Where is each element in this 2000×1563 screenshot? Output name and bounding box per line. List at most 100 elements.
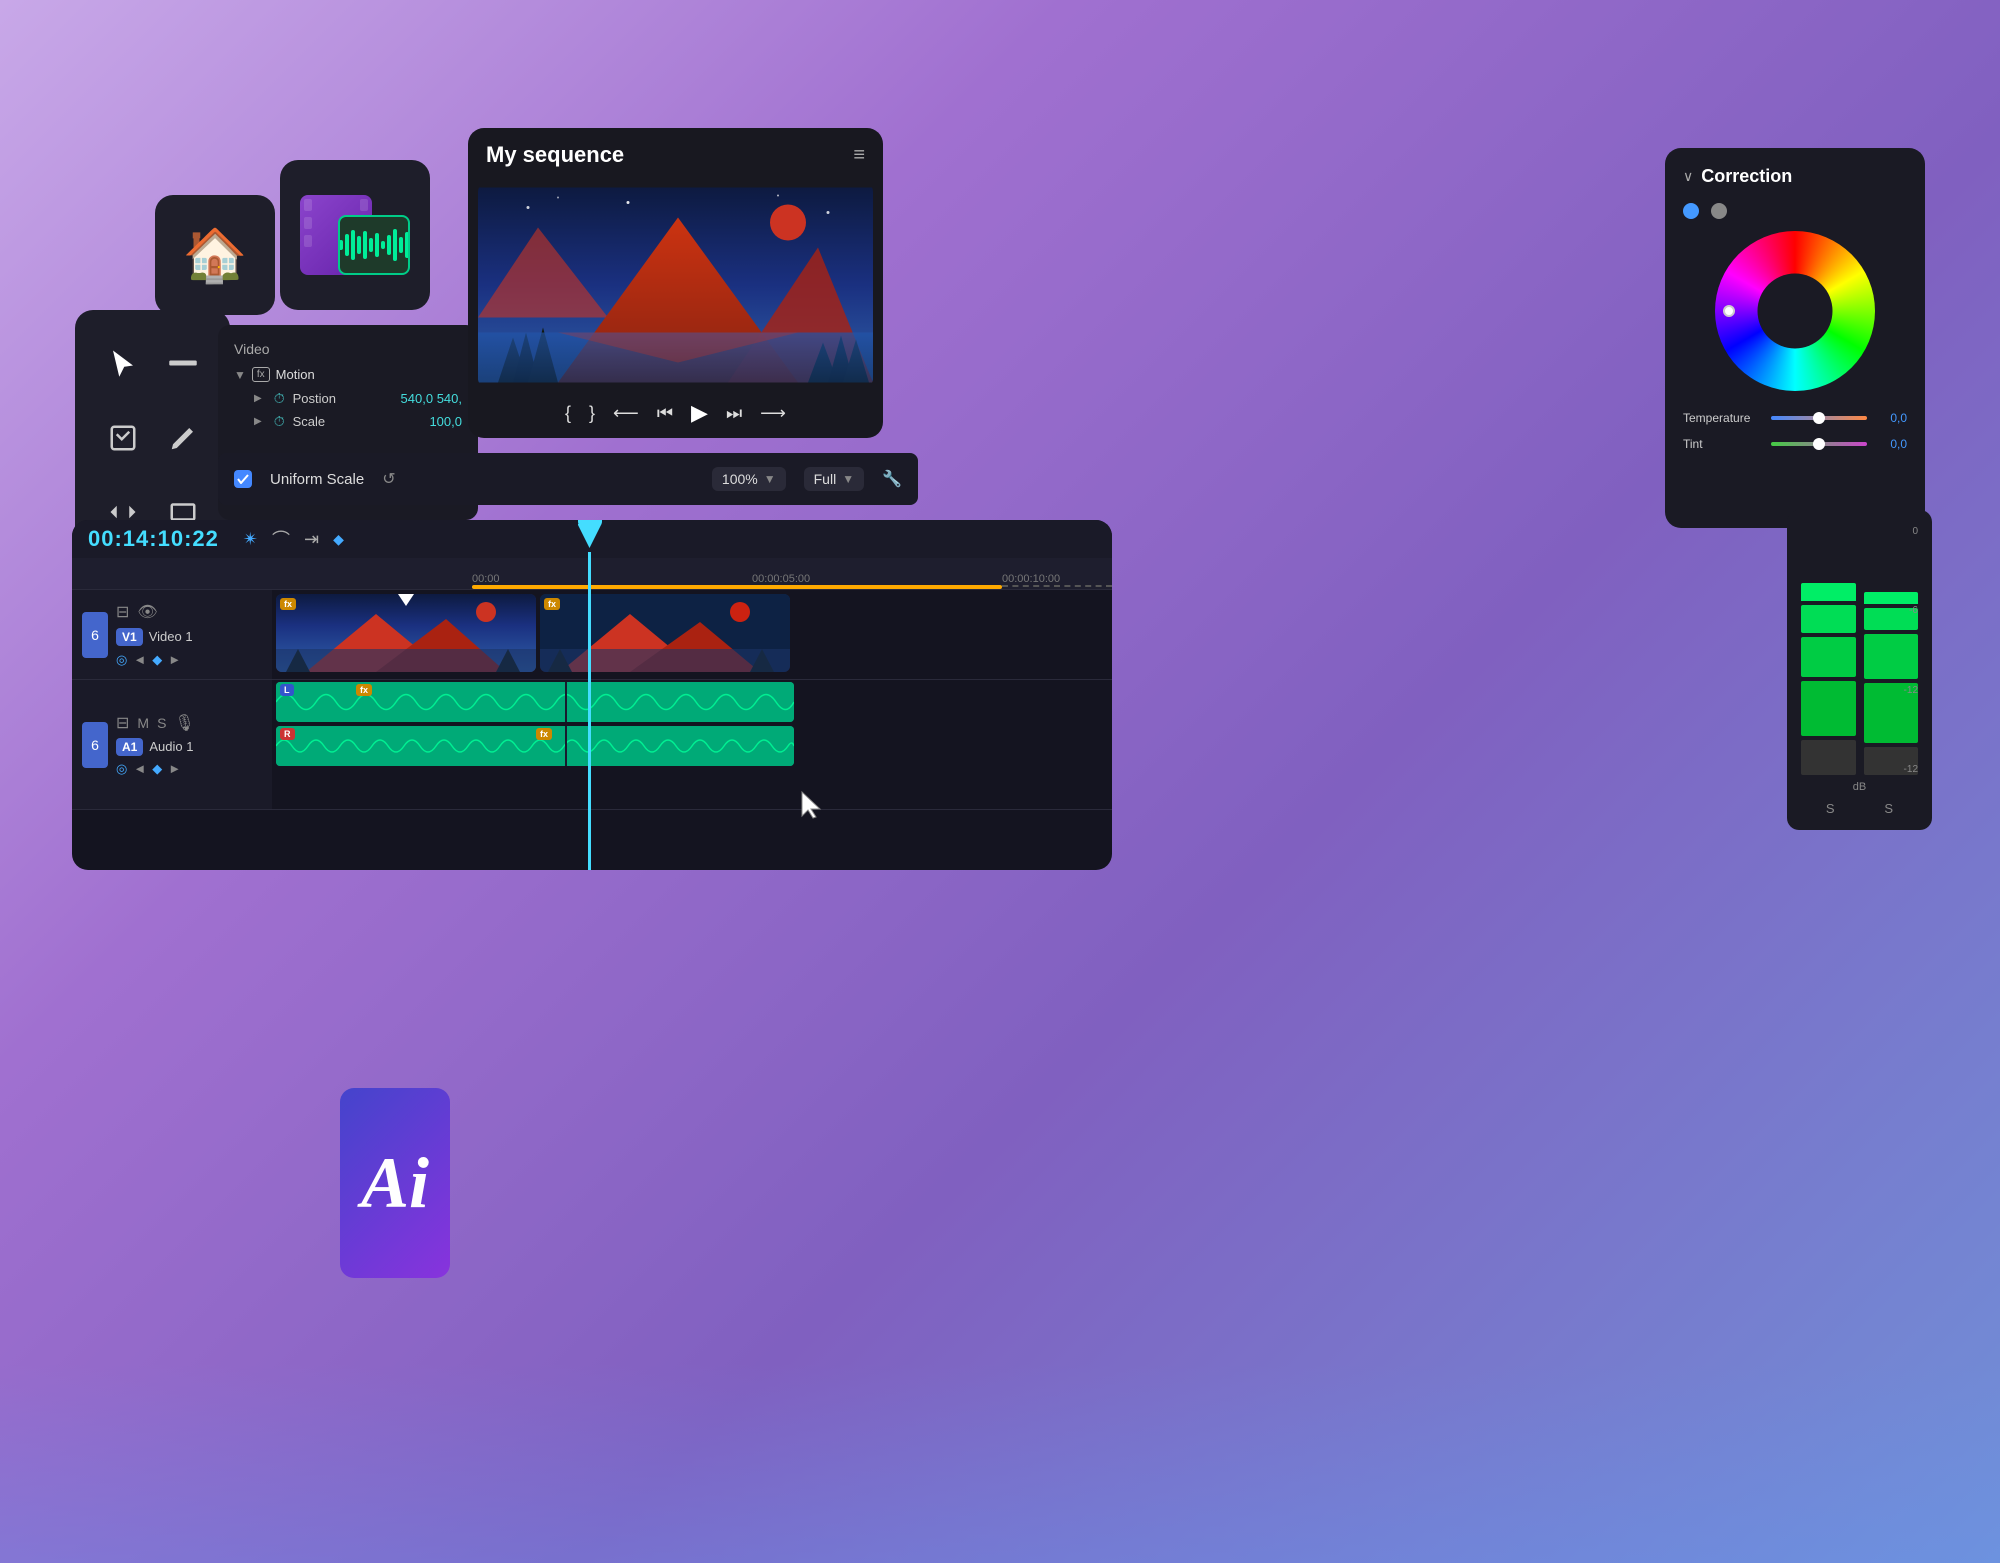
track-row-a1: 6 ⊟ M S 🎙 A1 Audio 1 ◎ ◄ ◆ ► [72,680,1112,810]
home-panel: 🏠 [155,195,275,315]
sequence-menu-icon[interactable]: ≡ [853,144,865,167]
audio-clip-r[interactable]: R fx [276,726,794,766]
home-icon[interactable]: 🏠 [183,225,248,286]
media-icons [300,185,410,285]
uniform-scale-checkbox[interactable] [234,470,252,488]
timeline-container: 00:14:10:22 ✴ ⌒ ⇥ ◆ 00:00 00:00:05:00 00… [72,520,1112,870]
a1-volume-icon: ◎ [116,761,127,777]
playhead[interactable] [588,552,591,870]
correction-header: ∨ Correction [1683,166,1907,187]
fx-badge: fx [252,367,270,382]
marker-tool[interactable]: ◆ [333,531,344,548]
v1-vol-left[interactable]: ◄ [133,652,146,667]
a1-vol-left[interactable]: ◄ [133,761,146,776]
track-eye-icon[interactable]: 👁 [137,602,157,622]
timecode: 00:14:10:22 [88,526,219,552]
position-label: Postion [293,391,393,406]
step-forward-icon[interactable]: ⏭ [726,403,742,424]
mark-out-icon[interactable]: } [589,403,595,424]
pen-tool[interactable] [159,414,207,462]
wheel-dot[interactable] [1723,305,1735,317]
step-back-icon[interactable]: ⏮ [657,403,673,424]
track-header-v1: 6 ⊟ 👁 V1 Video 1 ◎ ◄ ◆ ► [72,590,272,679]
v1-vol-right[interactable]: ► [168,652,181,667]
tint-value: 0,0 [1875,437,1907,451]
reflection [0,1363,2000,1563]
color-wheel-container [1683,231,1907,391]
temperature-label: Temperature [1683,411,1763,425]
sequence-title: My sequence [486,142,624,168]
uniform-scale-bar: Uniform Scale ↺ 100% ▼ Full ▼ 🔧 [218,453,918,505]
vu-footer-s2: S [1884,801,1893,816]
ruler-mark-10: 00:00:10:00 [1002,573,1060,585]
clip-in-marker [398,594,414,606]
clip1-fx-badge: fx [280,598,296,610]
motion-label: Motion [276,367,315,382]
correction-dot-inactive[interactable] [1711,203,1727,219]
temperature-row: Temperature 0,0 [1683,411,1907,425]
track-content-v1: fx fx [272,590,1112,679]
cursor [800,790,824,820]
go-in-icon[interactable]: ⟵ [613,403,639,424]
scale-value: 100,0 [429,414,462,429]
trim-tool[interactable] [159,339,207,387]
track-header-a1: 6 ⊟ M S 🎙 A1 Audio 1 ◎ ◄ ◆ ► [72,680,272,809]
a1-sync-icon: ⊟ [116,713,129,733]
play-button[interactable]: ▶ [691,400,708,426]
temperature-slider[interactable] [1771,416,1867,420]
snap-tool[interactable]: ✴ [243,529,258,550]
v1-name: Video 1 [149,629,193,644]
vu-label-6: -6 [1904,605,1918,616]
motion-section-title: Video [234,341,462,357]
track-lock-a1[interactable]: 6 [82,722,108,768]
vu-meter: 0 -6 -12 -12 dB S S [1787,510,1932,830]
video-clip-1[interactable]: fx [276,594,536,672]
a1-mic-icon[interactable]: 🎙 [174,713,194,733]
correction-title: Correction [1701,166,1792,187]
ripple-tool[interactable]: ⇥ [304,529,319,550]
lasso-tool[interactable] [99,414,147,462]
a1-vol-right[interactable]: ► [168,761,181,776]
vu-db-unit: dB [1853,781,1866,793]
audio-clip-l[interactable]: L fx [276,682,794,722]
color-wheel[interactable] [1715,231,1875,391]
v1-vol-center[interactable]: ◆ [152,652,162,668]
selection-indicator [472,585,1002,589]
audio-fx-badge1: fx [356,684,372,696]
media-panel [280,160,430,310]
scale-label: Scale [293,414,422,429]
video-clip-2[interactable]: fx [540,594,790,672]
correction-panel: ∨ Correction Temperature 0,0 Tint 0,0 [1665,148,1925,528]
track-content-a1: L fx R fx [272,680,1112,809]
zoom-arrow-icon: ▼ [764,472,776,486]
track-sync-icon: ⊟ [116,602,129,622]
correction-dot-active[interactable] [1683,203,1699,219]
zoom-value: 100% [722,471,758,487]
timeline-tools: ✴ ⌒ ⇥ ◆ [243,526,344,552]
a1-m-label[interactable]: M [137,715,149,731]
ruler-mark-0: 00:00 [472,573,500,585]
vu-label-0: 0 [1904,526,1918,537]
zoom-select[interactable]: 100% ▼ [712,467,786,491]
quality-select[interactable]: Full ▼ [804,467,864,491]
audio-fx-badge2: fx [536,728,552,740]
v1-volume-icon: ◎ [116,652,127,668]
correction-collapse[interactable]: ∨ [1683,168,1693,185]
uniform-scale-label: Uniform Scale [270,471,364,488]
tint-slider[interactable] [1771,442,1867,446]
vu-footer: S S [1801,801,1918,816]
link-tool[interactable]: ⌒ [272,526,290,552]
wrench-icon[interactable]: 🔧 [882,469,902,489]
correction-dots [1683,203,1907,219]
a1-vol-center[interactable]: ◆ [152,761,162,777]
vu-label-12a: -12 [1904,685,1918,696]
go-out-icon[interactable]: ⟶ [760,403,786,424]
a1-s-label[interactable]: S [157,715,166,731]
track-row-v1: 6 ⊟ 👁 V1 Video 1 ◎ ◄ ◆ ► [72,590,1112,680]
select-tool[interactable] [99,339,147,387]
track-lock-v1[interactable]: 6 [82,612,108,658]
sequence-header: My sequence ≡ [468,128,883,182]
vu-bars: 0 -6 -12 -12 [1801,524,1918,777]
reset-icon[interactable]: ↺ [382,469,395,489]
mark-in-icon[interactable]: { [565,403,571,424]
